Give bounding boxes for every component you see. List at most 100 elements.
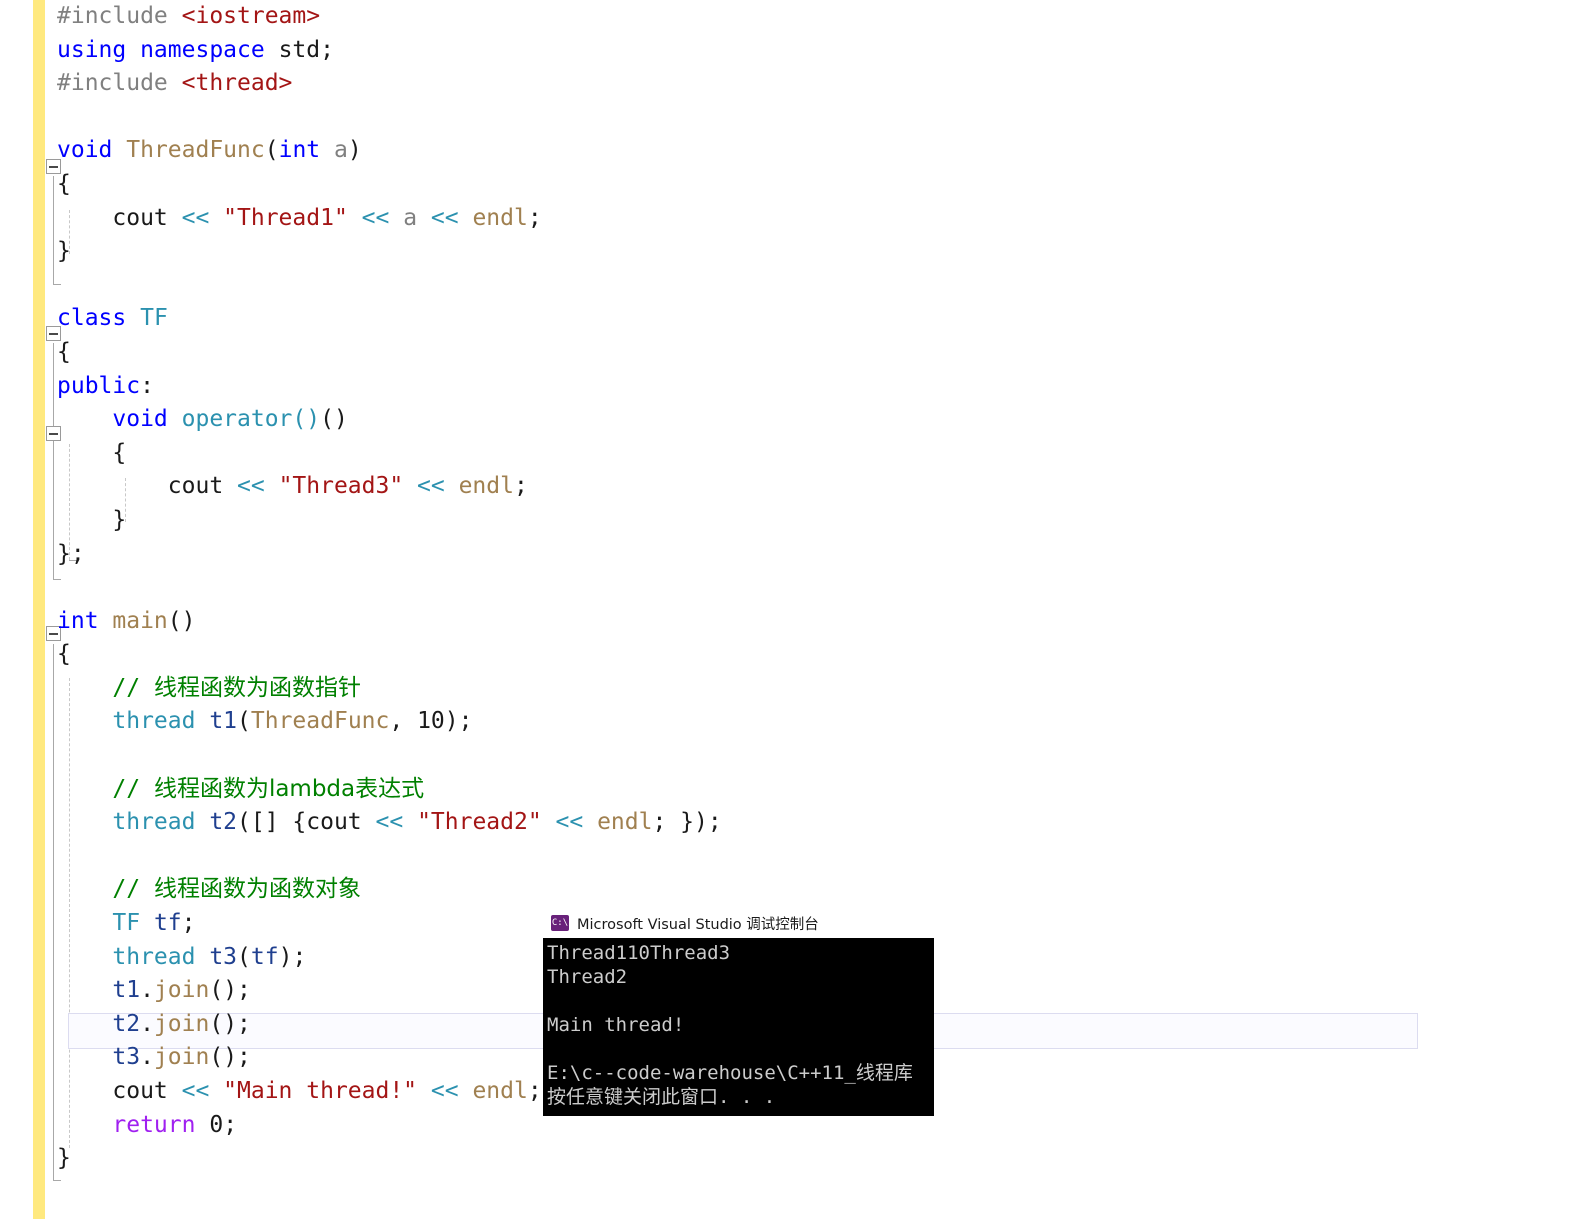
code-line-text: { xyxy=(57,638,71,672)
code-line-text: thread t2([] {cout << "Thread2" << endl;… xyxy=(57,806,721,840)
code-line[interactable]: } xyxy=(0,235,1571,269)
code-line[interactable]: { xyxy=(0,437,1571,471)
code-line[interactable]: cout << "Thread1" << a << endl; xyxy=(0,202,1571,236)
code-token: t1 xyxy=(112,977,141,1004)
code-token: "Thread2" xyxy=(417,809,542,836)
code-line[interactable]: { xyxy=(0,638,1571,672)
code-line[interactable]: cout << "Thread3" << endl; xyxy=(0,470,1571,504)
code-token: return xyxy=(57,1111,210,1138)
code-line[interactable]: public: xyxy=(0,370,1571,404)
code-token: }; xyxy=(57,540,85,567)
code-line[interactable] xyxy=(0,840,1571,874)
code-token: . xyxy=(140,1010,154,1037)
code-token: (); xyxy=(209,977,251,1004)
code-line-text: cout << "Thread1" << a << endl; xyxy=(57,202,541,236)
code-line[interactable]: void ThreadFunc(int a) xyxy=(0,134,1571,168)
code-line-text: TF tf; xyxy=(57,907,195,941)
code-line[interactable]: using namespace std; xyxy=(0,34,1571,68)
code-line[interactable]: }; xyxy=(0,538,1571,572)
code-token: operator() xyxy=(181,406,321,433)
code-token: t2 xyxy=(112,1010,141,1037)
code-line-text: t1.join(); xyxy=(57,974,251,1008)
console-output-line: Main thread! xyxy=(547,1014,685,1036)
code-line[interactable]: } xyxy=(0,1142,1571,1176)
code-token: ; xyxy=(223,1111,238,1138)
code-token: endl xyxy=(472,204,528,231)
code-line[interactable]: { xyxy=(0,336,1571,370)
code-token: << xyxy=(181,1078,224,1104)
code-token: << xyxy=(181,204,224,231)
code-line[interactable] xyxy=(0,269,1571,303)
code-line[interactable] xyxy=(0,739,1571,773)
code-token: << xyxy=(237,473,279,500)
code-line[interactable]: { xyxy=(0,168,1571,202)
code-token: 0 xyxy=(209,1111,224,1138)
code-token: ); xyxy=(444,708,473,735)
code-line[interactable]: #include <thread> xyxy=(0,67,1571,101)
code-token: { xyxy=(57,641,71,668)
debug-console-window[interactable]: C:\ Microsoft Visual Studio 调试控制台 Thread… xyxy=(543,908,934,1116)
code-token: <iostream> xyxy=(181,3,321,29)
code-line[interactable] xyxy=(0,101,1571,135)
code-token: 线程函数为函数指针 xyxy=(153,674,361,701)
code-token: using namespace xyxy=(57,36,279,63)
code-token: "Main thread!" xyxy=(223,1078,418,1104)
code-line-text: return 0; xyxy=(57,1109,237,1143)
code-token: join xyxy=(153,977,210,1004)
code-line-text: void ThreadFunc(int a) xyxy=(57,134,362,168)
code-token: cout xyxy=(57,1078,182,1104)
code-line[interactable]: // 线程函数为函数指针 xyxy=(0,672,1571,706)
code-token: endl xyxy=(458,473,514,500)
code-token: // xyxy=(57,775,154,802)
code-line-text: #include <iostream> xyxy=(57,0,320,34)
code-line[interactable]: } xyxy=(0,504,1571,538)
code-token: ; xyxy=(513,473,528,500)
code-line[interactable]: // 线程函数为lambda表达式 xyxy=(0,773,1571,807)
code-token: thread xyxy=(112,809,210,836)
code-token: thread xyxy=(112,943,210,970)
code-line[interactable] xyxy=(0,571,1571,605)
code-line[interactable]: // 线程函数为函数对象 xyxy=(0,873,1571,907)
code-line-text: public: xyxy=(57,370,154,404)
code-token: main xyxy=(112,607,168,634)
code-token: int xyxy=(278,137,321,164)
console-output-line: Thread110Thread3 xyxy=(547,942,731,964)
code-token: { xyxy=(57,170,71,197)
code-line[interactable]: class TF xyxy=(0,302,1571,336)
code-token: ThreadFunc xyxy=(126,137,265,164)
code-token: // xyxy=(57,876,154,903)
console-output-line: Thread2 xyxy=(547,966,628,988)
code-token: (); xyxy=(209,1044,251,1071)
code-line[interactable]: thread t2([] {cout << "Thread2" << endl;… xyxy=(0,806,1571,840)
code-line[interactable]: int main() xyxy=(0,605,1571,639)
code-token: { xyxy=(57,439,127,466)
code-token: #include xyxy=(57,70,182,97)
code-token: public xyxy=(57,372,141,399)
code-token: ThreadFunc xyxy=(250,708,390,735)
code-token: (); xyxy=(209,1010,251,1037)
code-token: tf xyxy=(250,943,279,970)
code-token: void xyxy=(57,406,182,433)
code-token: ) xyxy=(347,137,362,164)
code-line-text: t2.join(); xyxy=(57,1008,251,1042)
code-token: , xyxy=(389,708,418,735)
code-token: ); xyxy=(278,943,307,970)
code-line-text: thread t3(tf); xyxy=(57,941,306,975)
code-token: t3 xyxy=(209,943,238,970)
code-line-text: int main() xyxy=(57,605,195,639)
code-token: } xyxy=(57,1145,71,1172)
code-line[interactable]: thread t1(ThreadFunc, 10); xyxy=(0,705,1571,739)
code-line-text: thread t1(ThreadFunc, 10); xyxy=(57,705,472,739)
code-token: } xyxy=(57,506,127,533)
code-line[interactable]: #include <iostream> xyxy=(0,0,1571,34)
code-line[interactable]: void operator()() xyxy=(0,403,1571,437)
console-output-line: 按任意键关闭此窗口. . . xyxy=(547,1086,776,1108)
code-token: ( xyxy=(264,137,279,164)
code-token: ( xyxy=(237,708,251,735)
code-token: endl xyxy=(597,809,653,836)
console-title-text: Microsoft Visual Studio 调试控制台 xyxy=(577,916,819,933)
code-token: int xyxy=(57,607,113,634)
console-title-bar[interactable]: C:\ Microsoft Visual Studio 调试控制台 xyxy=(543,908,934,938)
code-token: . xyxy=(140,977,154,1004)
